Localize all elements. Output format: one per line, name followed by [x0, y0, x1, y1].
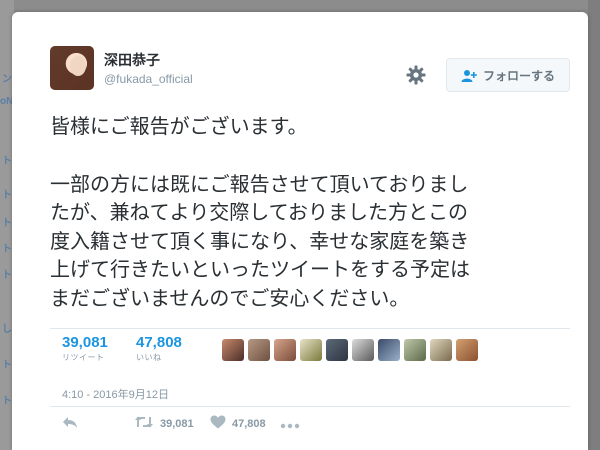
display-name[interactable]: 深田恭子: [104, 50, 160, 70]
background-left-label: ト: [2, 396, 12, 407]
tweet-text-line: まだございませんのでご安心ください。: [50, 285, 410, 310]
tweet-text-blank-line: [50, 141, 570, 170]
follow-button[interactable]: フォローする: [446, 58, 570, 92]
retweet-button[interactable]: 39,081: [134, 414, 194, 433]
liker-avatar[interactable]: [456, 339, 478, 361]
tweet-text-line: 度入籍させて頂く事になり、幸せな家庭を築き: [50, 228, 470, 253]
gear-icon[interactable]: [405, 64, 427, 86]
like-action-count: 47,808: [232, 417, 266, 430]
liker-avatar[interactable]: [430, 339, 452, 361]
retweet-action-count: 39,081: [160, 417, 194, 430]
more-dots-icon: [280, 414, 300, 433]
background-left-label: し: [2, 324, 12, 335]
retweet-label: リツイート: [62, 353, 105, 362]
tweet-text: 皆様にご報告がございます。 一部の方には既にご報告させて頂いておりまし たが、兼…: [50, 112, 570, 312]
liker-avatar[interactable]: [326, 339, 348, 361]
tweet-text-line: 一部の方には既にご報告させて頂いておりまし: [50, 171, 469, 196]
background-right-panel: [588, 0, 600, 450]
background-left-label: ト: [2, 190, 12, 201]
background-top-strip: [14, 0, 600, 10]
reply-button[interactable]: [62, 414, 78, 433]
avatar[interactable]: [50, 46, 94, 90]
follow-button-label: フォローする: [482, 68, 555, 83]
background-left-label: ト: [2, 244, 12, 255]
heart-icon: [210, 414, 226, 433]
background-left-label: ト: [2, 218, 12, 229]
reply-icon: [62, 414, 78, 433]
add-user-icon: [461, 68, 477, 82]
liker-avatar[interactable]: [352, 339, 374, 361]
stats-divider: [50, 328, 570, 329]
like-button[interactable]: 47,808: [210, 414, 266, 433]
liker-avatar[interactable]: [248, 339, 270, 361]
background-left-label: ト: [2, 270, 12, 281]
more-button[interactable]: [280, 414, 300, 433]
liker-avatar[interactable]: [378, 339, 400, 361]
actions-divider: [50, 406, 570, 407]
like-stat[interactable]: 47,808 いいね: [136, 334, 182, 363]
avatar-face: [70, 56, 86, 76]
tweet-text-line: たが、兼ねてより交際しておりました方とこの: [50, 200, 468, 224]
liker-avatar[interactable]: [404, 339, 426, 361]
user-handle[interactable]: @fukada_official: [104, 72, 193, 86]
retweet-count: 39,081: [62, 334, 108, 351]
background-left-label: ン: [2, 74, 12, 85]
background-left-label: ト: [2, 156, 12, 167]
tweet-modal: 深田恭子 @fukada_official フォローする 皆様にご報告がございま…: [12, 12, 588, 450]
background-left-label: ト: [2, 360, 12, 371]
liker-avatar[interactable]: [300, 339, 322, 361]
retweet-icon: [134, 414, 154, 433]
retweet-stat[interactable]: 39,081 リツイート: [62, 334, 108, 363]
liker-avatar[interactable]: [274, 339, 296, 361]
like-count: 47,808: [136, 334, 182, 351]
tweet-text-line: 皆様にご報告がございます。: [50, 114, 308, 138]
tweet-text-line: 上げて行きたいといったツイートをする予定は: [50, 257, 470, 281]
liker-avatar[interactable]: [222, 339, 244, 361]
tweet-timestamp[interactable]: 4:10 - 2016年9月12日: [62, 386, 169, 402]
like-label: いいね: [136, 353, 162, 362]
